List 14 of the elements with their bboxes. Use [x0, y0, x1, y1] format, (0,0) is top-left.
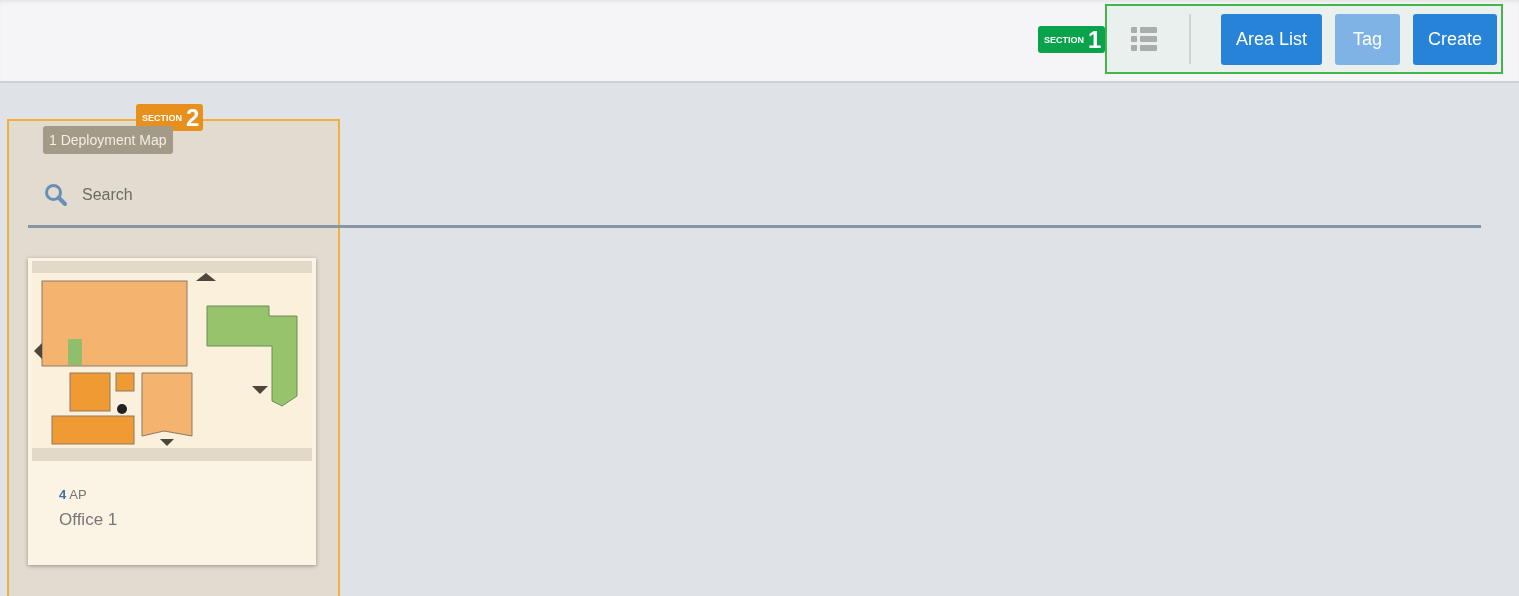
section-label: SECTION: [142, 112, 182, 123]
search-icon: [44, 183, 68, 207]
section-number: 1: [1088, 25, 1102, 54]
section-label: SECTION: [1044, 34, 1084, 45]
map-card[interactable]: 4 AP Office 1: [28, 258, 316, 565]
map-count-badge: 1 Deployment Map: [43, 126, 173, 154]
ap-count: 4: [59, 487, 67, 502]
toolbar-button[interactable]: Area List: [1220, 13, 1322, 65]
ap-unit: AP: [69, 487, 87, 502]
toolbar-button[interactable]: Create: [1412, 13, 1497, 65]
section-number: 2: [186, 103, 200, 132]
list-view-icon[interactable]: [1130, 26, 1157, 52]
map-name: Office 1: [59, 510, 119, 530]
search-field[interactable]: Search: [80, 185, 284, 205]
